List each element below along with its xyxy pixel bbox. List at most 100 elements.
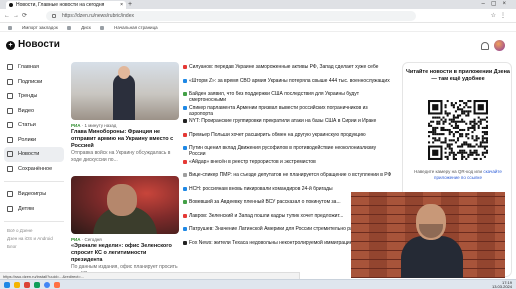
dzen-logo-icon[interactable]: + xyxy=(6,41,15,50)
qr-module xyxy=(467,114,470,117)
qr-module xyxy=(473,126,476,129)
address-bar[interactable]: https://dzen.ru/news/rubric/index xyxy=(46,11,416,21)
qr-module xyxy=(444,151,447,154)
qr-code xyxy=(428,100,488,160)
qr-module xyxy=(450,118,453,121)
qr-module xyxy=(477,116,480,119)
qr-module xyxy=(471,137,474,140)
browser-tab[interactable]: Новости, Главные новости на сегодня × xyxy=(6,1,126,9)
qr-module xyxy=(465,141,468,144)
qr-module xyxy=(436,126,439,129)
qr-module xyxy=(448,153,451,156)
avatar[interactable] xyxy=(494,40,505,51)
qr-module xyxy=(475,139,478,142)
qr-module xyxy=(444,137,447,140)
video-icon xyxy=(7,107,13,114)
qr-module xyxy=(452,139,455,142)
qr-module xyxy=(477,145,480,148)
headline-item[interactable]: Путин оценил вклад Движения русофилов в … xyxy=(183,145,393,159)
footer-link[interactable]: Всё о Дзене xyxy=(4,227,64,235)
headline-item[interactable]: Премьер Польши хочет расширить обмен на … xyxy=(183,132,393,146)
footer-link[interactable]: Дзен на iOS и Android xyxy=(4,235,64,243)
headline-item[interactable]: «Айдар» внесён в реестр террористов и эк… xyxy=(183,159,393,173)
bookmark-item[interactable]: Импорт закладок xyxy=(8,25,58,30)
qr-module xyxy=(475,149,478,152)
page-title[interactable]: Новости xyxy=(18,39,60,51)
start-menu-icon[interactable] xyxy=(4,282,10,288)
headline-item[interactable]: Спикер парламента Армении призвал вывест… xyxy=(183,105,393,119)
headline-text: Fox News: жители Техаса недовольны некон… xyxy=(189,239,356,246)
news-card[interactable]: РИА · 1 минуту назад Глава Минобороны: Ф… xyxy=(71,62,179,163)
qr-module xyxy=(456,137,460,140)
browser-toolbar-icons[interactable]: ☆⋮ xyxy=(491,12,510,20)
qr-module xyxy=(459,151,462,154)
headline-text: «Шторм Z»: за время СВО армия Украины по… xyxy=(189,77,390,84)
qr-module xyxy=(461,157,464,160)
headline-item[interactable]: NYT: Проиранские группировки прекратили … xyxy=(183,118,393,132)
qr-module xyxy=(471,151,474,154)
sidebar-item-games[interactable]: Видеоигры xyxy=(4,187,64,202)
footer-link[interactable]: Блог xyxy=(4,243,64,251)
articles-icon xyxy=(7,122,13,128)
news-card-image[interactable] xyxy=(71,176,179,234)
app-icon[interactable] xyxy=(54,282,60,288)
qr-module xyxy=(467,133,470,136)
qr-module xyxy=(467,137,470,140)
news-card[interactable]: РИА · Сегодня «Эркнале недели»: офис Зел… xyxy=(71,176,179,277)
news-card-title[interactable]: Глава Минобороны: Франция не отправит ар… xyxy=(71,129,179,150)
qr-module xyxy=(446,112,449,115)
bookmark-item[interactable]: Диск xyxy=(67,25,91,30)
news-card-title[interactable]: «Эркнале недели»: офис Зеленского спроси… xyxy=(71,243,179,264)
qr-module xyxy=(463,151,466,154)
sidebar-item-clips[interactable]: Ролики xyxy=(4,133,64,148)
qr-module xyxy=(477,120,480,123)
qr-module xyxy=(477,104,484,111)
qr-module xyxy=(450,151,453,154)
qr-module xyxy=(450,139,453,142)
sidebar-item-subscriptions[interactable]: Подписки xyxy=(4,75,64,90)
kids-icon xyxy=(7,205,13,212)
qr-module xyxy=(463,102,466,105)
qr-module xyxy=(454,110,457,113)
bookmark-item[interactable]: Начальная страница xyxy=(100,25,158,30)
qr-module xyxy=(440,128,443,132)
headline-item[interactable]: Байден заявил, что без поддержки США пос… xyxy=(183,91,393,105)
app-icon[interactable] xyxy=(34,282,40,288)
qr-module xyxy=(452,135,455,138)
sidebar-item-saved[interactable]: Сохранённое xyxy=(4,162,64,177)
sidebar-item-articles[interactable]: Статьи xyxy=(4,118,64,133)
news-card-source: РИА · Сегодня xyxy=(71,237,102,242)
qr-module xyxy=(479,145,482,148)
app-icon[interactable] xyxy=(24,282,30,288)
notifications-icon[interactable] xyxy=(481,42,489,50)
sidebar-item-news[interactable]: Новости xyxy=(4,147,64,162)
sidebar-item-trends[interactable]: Тренды xyxy=(4,89,64,104)
qr-module xyxy=(459,135,462,138)
qr-module xyxy=(454,122,457,125)
qr-module xyxy=(477,137,480,140)
close-tab-icon[interactable]: × xyxy=(120,1,123,9)
window-controls[interactable]: –▢× xyxy=(481,0,512,8)
new-tab-button[interactable]: + xyxy=(128,1,132,8)
explorer-icon[interactable] xyxy=(14,282,20,288)
qr-module xyxy=(481,126,484,129)
headline-item[interactable]: Вице-спикер ПМР: на съезде депутатов не … xyxy=(183,172,393,186)
sidebar-item-home[interactable]: Главная xyxy=(4,60,64,75)
sidebar-item-video[interactable]: Видео xyxy=(4,104,64,119)
qr-module xyxy=(444,141,447,144)
headline-item[interactable]: Силуанов: передав Украине замороженные а… xyxy=(183,64,393,78)
browser-icon[interactable] xyxy=(44,282,50,288)
qr-module xyxy=(446,100,449,103)
qr-module xyxy=(434,116,437,119)
clock[interactable]: 17:19 13.03.2024 xyxy=(492,281,512,289)
qr-module xyxy=(461,110,464,113)
qr-module xyxy=(432,116,435,119)
news-card-image[interactable] xyxy=(71,62,179,120)
sidebar-item-kids[interactable]: Детям xyxy=(4,202,64,217)
tab-bar: Новости, Главные новости на сегодня × + … xyxy=(0,0,516,9)
qr-module xyxy=(448,147,451,150)
nav-buttons[interactable]: ←→⟳ xyxy=(4,12,30,20)
clips-icon xyxy=(7,136,13,143)
headline-item[interactable]: «Шторм Z»: за время СВО армия Украины по… xyxy=(183,78,393,92)
qr-module xyxy=(454,131,457,134)
